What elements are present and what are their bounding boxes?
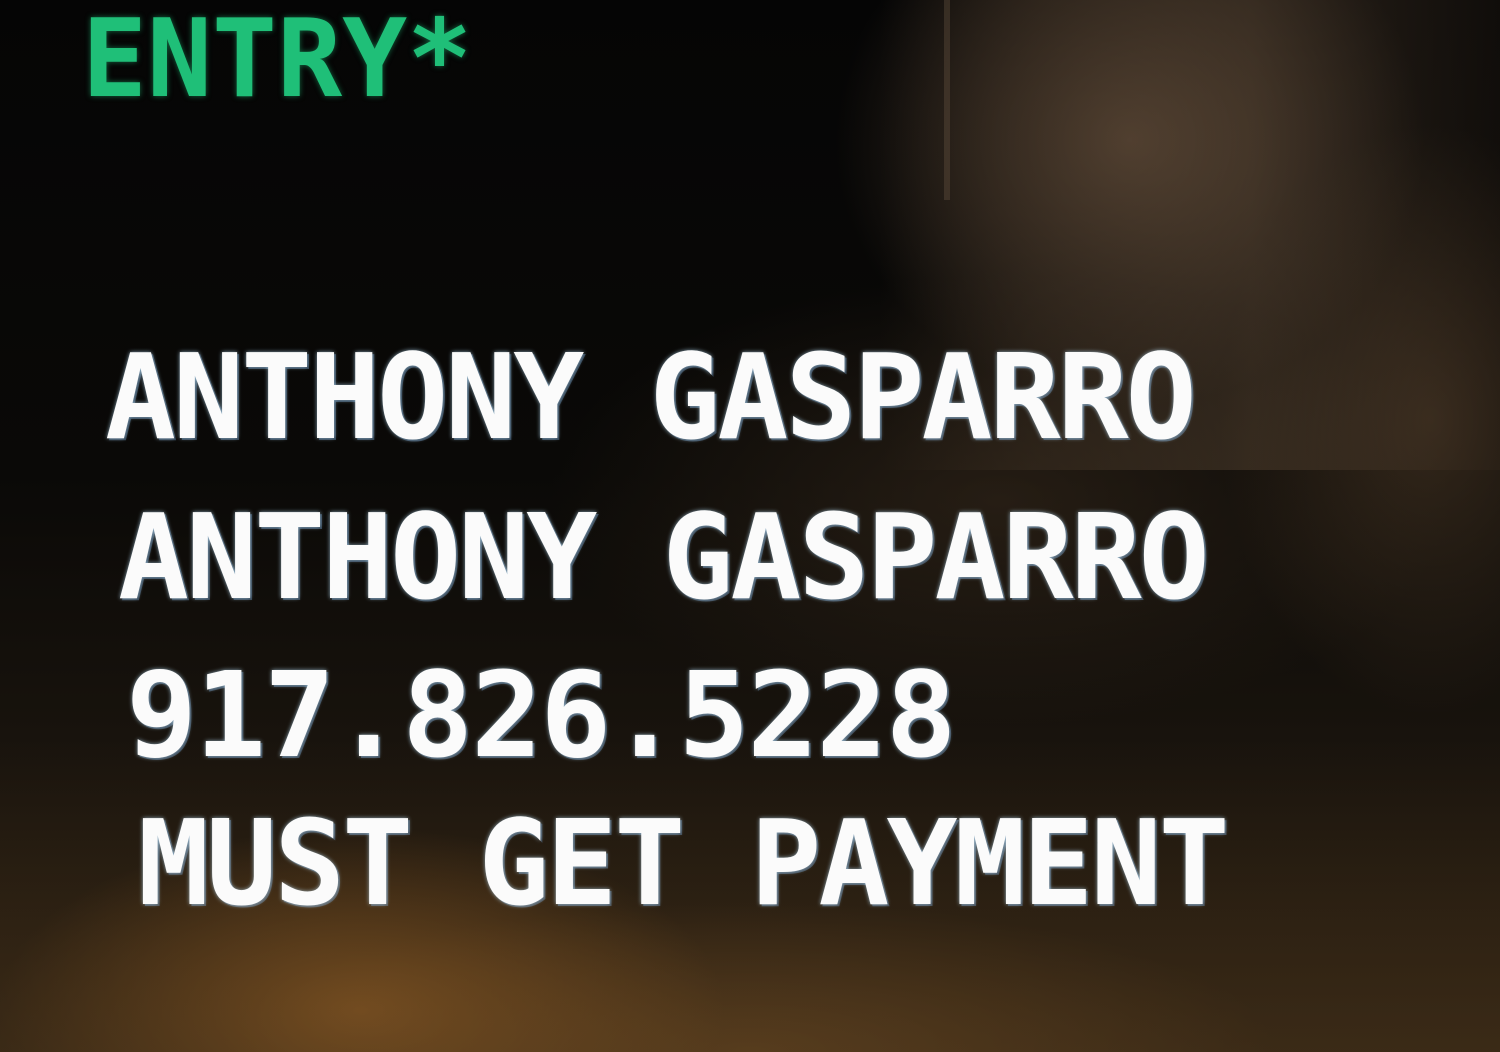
note-line: MUST GET PAYMENT: [138, 794, 1230, 932]
lcd-display-screen: ENTRY* ANTHONY GASPARRO ANTHONY GASPARRO…: [0, 0, 1500, 1052]
reflection-edge: [944, 0, 950, 200]
caller-name-line-1: ANTHONY GASPARRO: [105, 328, 1197, 466]
caller-name-line-2: ANTHONY GASPARRO: [118, 488, 1210, 626]
entry-header: ENTRY*: [82, 0, 473, 122]
phone-number-line: 917.826.5228: [126, 646, 957, 784]
